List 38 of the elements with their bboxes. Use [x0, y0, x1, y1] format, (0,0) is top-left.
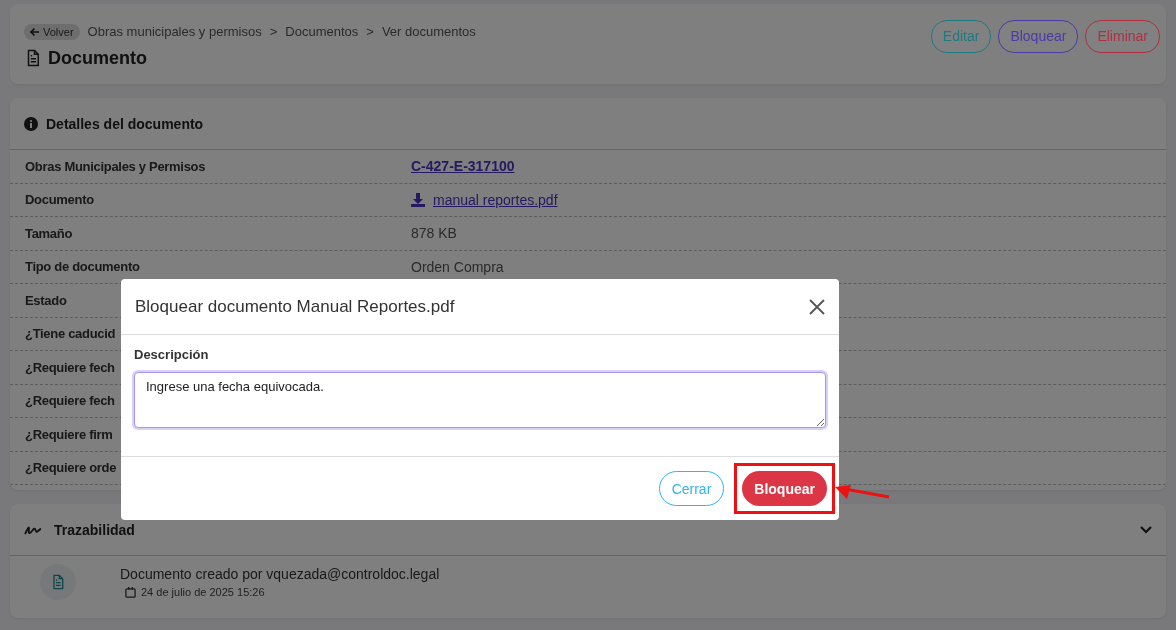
record-link[interactable]: C-427-E-317100: [411, 158, 515, 175]
download-icon: [411, 192, 425, 207]
field-value: 878 KB: [411, 225, 457, 242]
close-button[interactable]: [809, 298, 825, 315]
breadcrumb-link[interactable]: Documentos: [285, 24, 359, 39]
breadcrumb-link[interactable]: Ver documentos: [381, 24, 476, 39]
chevron-icon[interactable]: [1140, 525, 1152, 534]
back-button[interactable]: Volver: [24, 23, 80, 40]
field-label: ¿Tiene caducid: [25, 326, 116, 342]
arrow-left-icon: [30, 26, 40, 37]
event-text: Documento creado por vquezada@controldoc.legal: [120, 566, 440, 582]
dialog-button[interactable]: Bloquear: [742, 471, 827, 506]
page-title: Documento: [48, 47, 147, 69]
field-label: Tamaño: [25, 225, 73, 241]
breadcrumb-separator: >: [269, 24, 278, 39]
field-label: Tipo de documento: [25, 259, 140, 275]
field-label: Obras Municipales y Permisos: [25, 158, 206, 174]
dialog-title: Bloquear documento Manual Reportes.pdf: [135, 296, 455, 317]
card-title: Detalles del documento: [46, 115, 204, 132]
field-label: ¿Requiere fech: [25, 393, 115, 409]
field-label: Descripción: [134, 347, 210, 362]
dialog-button[interactable]: Cerrar: [658, 471, 725, 506]
breadcrumb-link[interactable]: Obras municipales y permisos: [87, 24, 262, 39]
breadcrumb-separator: >: [366, 24, 374, 39]
field-label: ¿Requiere firm: [25, 426, 113, 442]
description-field[interactable]: Ingrese una fecha equivocada.: [134, 372, 826, 428]
action-button[interactable]: Bloquear: [998, 19, 1079, 53]
event-date: 24 de julio de 2025 15:26: [141, 586, 265, 598]
event-icon: [40, 564, 76, 600]
card-title: Trazabilidad: [54, 521, 135, 538]
field-label: ¿Requiere orde: [25, 460, 117, 476]
info-icon: [24, 116, 38, 131]
field-label: ¿Requiere fech: [25, 359, 115, 375]
field-label: Documento: [25, 192, 94, 208]
file-link[interactable]: manual reportes.pdf: [411, 191, 558, 208]
calendar-icon: [125, 586, 136, 598]
field-label: Estado: [25, 292, 67, 308]
field-value: Orden Compra: [411, 258, 504, 275]
